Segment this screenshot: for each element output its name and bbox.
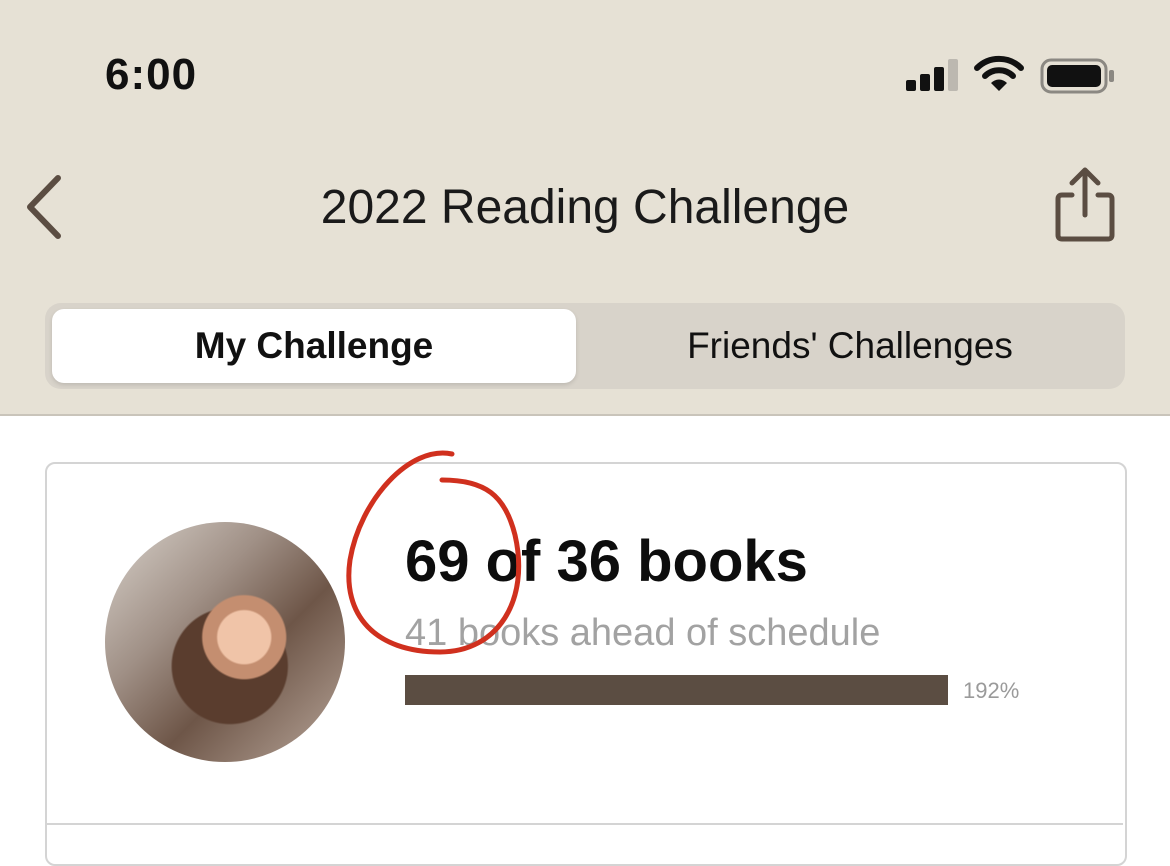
progress-bar	[405, 675, 948, 705]
card-divider	[47, 823, 1123, 825]
avatar	[105, 522, 345, 762]
books-count: 69 of 36 books	[405, 529, 808, 594]
progress-percent: 192%	[963, 678, 1020, 703]
progress-fill	[405, 675, 948, 705]
page-title: 2022 Reading Challenge	[320, 181, 850, 234]
schedule-status: 41 books ahead of schedule	[405, 612, 881, 654]
tab-my-challenge[interactable]: My Challenge	[52, 309, 576, 383]
share-button[interactable]	[1050, 165, 1120, 245]
cellular-signal-icon	[906, 57, 960, 91]
tab-friends-challenges[interactable]: Friends' Challenges	[580, 309, 1120, 383]
battery-icon	[1040, 58, 1114, 94]
status-time: 6:00	[105, 50, 198, 99]
top-header: 6:00 2022 Reading Challenge My Challenge…	[0, 0, 1170, 416]
wifi-icon	[974, 55, 1024, 91]
challenge-tabs: My Challenge Friends' Challenges	[45, 303, 1125, 389]
